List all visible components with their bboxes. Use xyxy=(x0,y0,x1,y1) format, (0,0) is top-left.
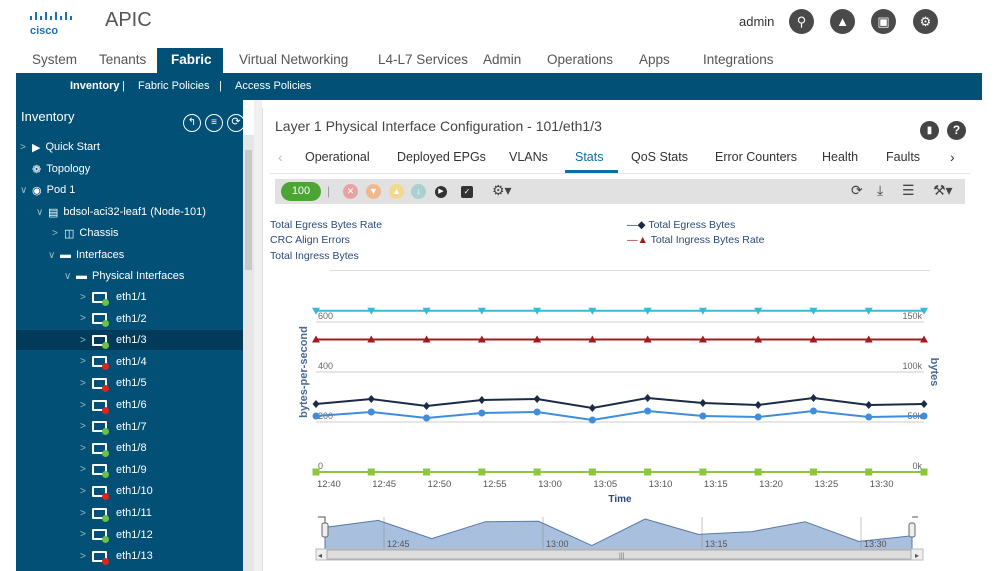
total-egress-bytes-point xyxy=(865,401,873,409)
total-ingress-bytes-line xyxy=(315,409,925,422)
total-egress-bytes-point xyxy=(588,404,596,412)
scroll-right-icon: ▸ xyxy=(915,551,919,560)
y-axis-label: bytes-per-second xyxy=(298,326,310,418)
y-tick-label: 600 xyxy=(318,311,333,321)
x-tick-label: 13:20 xyxy=(759,479,783,490)
total-egress-bytes-point xyxy=(367,395,375,403)
total-egress-bytes-point xyxy=(644,394,652,402)
stats-chart: 0 0k200 50k400 100k600 150kbytes-per-second b… xyxy=(298,307,940,561)
navigator-label: 13:00 xyxy=(546,539,569,549)
navigator-area xyxy=(324,518,913,550)
x-tick-label: 13:00 xyxy=(538,479,562,490)
total-egress-bytes-line xyxy=(315,396,925,410)
total-egress-bytes-point xyxy=(754,401,762,409)
crc-align-errors-point xyxy=(920,468,928,476)
x-tick-label: 12:55 xyxy=(483,479,507,490)
total-egress-bytes-point xyxy=(533,395,541,403)
total-ingress-bytes-point xyxy=(312,412,320,420)
crc-align-errors-point xyxy=(423,468,431,476)
total-egress-bytes-point xyxy=(920,400,928,408)
total-ingress-bytes-point xyxy=(644,407,652,415)
crc-align-errors-point xyxy=(754,468,762,476)
total-ingress-bytes-point xyxy=(533,408,541,416)
crc-align-errors-point xyxy=(865,468,873,476)
navigator-label: 12:45 xyxy=(387,539,410,549)
x-tick-label: 12:40 xyxy=(317,479,341,490)
navigator-left-handle[interactable] xyxy=(321,522,329,538)
total-ingress-bytes-point xyxy=(699,412,707,420)
y2-tick-label: 100k xyxy=(902,361,922,371)
total-egress-bytes-point xyxy=(478,396,486,404)
x-axis-label: Time xyxy=(608,494,632,505)
total-egress-bytes-point xyxy=(699,399,707,407)
total-ingress-bytes-point xyxy=(920,412,928,420)
total-ingress-bytes-point xyxy=(478,409,486,417)
crc-align-errors-point xyxy=(644,468,652,476)
x-tick-label: 13:15 xyxy=(704,479,728,490)
grip-icon: ||| xyxy=(619,553,625,560)
total-ingress-bytes-point xyxy=(367,408,375,416)
x-tick-label: 12:50 xyxy=(428,479,452,490)
total-egress-bytes-point xyxy=(809,394,817,402)
total-egress-bytes-point xyxy=(312,400,320,408)
x-tick-label: 13:25 xyxy=(814,479,838,490)
y2-axis-label: bytes xyxy=(928,358,940,387)
total-ingress-bytes-point xyxy=(754,413,762,421)
crc-align-errors-point xyxy=(809,468,817,476)
total-ingress-bytes-point xyxy=(423,414,431,422)
x-tick-label: 13:10 xyxy=(649,479,673,490)
navigator-right-handle[interactable] xyxy=(908,522,916,538)
crc-align-errors-point xyxy=(699,468,707,476)
crc-align-errors-point xyxy=(588,468,596,476)
navigator-label: 13:15 xyxy=(705,539,728,549)
navigator-label: 13:30 xyxy=(864,539,887,549)
crc-align-errors-point xyxy=(478,468,486,476)
total-egress-bytes-point xyxy=(423,402,431,410)
total-ingress-bytes-point xyxy=(865,413,873,421)
crc-align-errors-point xyxy=(533,468,541,476)
total-ingress-bytes-point xyxy=(588,416,596,424)
crc-align-errors-point xyxy=(312,468,320,476)
y-tick-label: 400 xyxy=(318,361,333,371)
x-tick-label: 12:45 xyxy=(372,479,396,490)
x-tick-label: 13:30 xyxy=(870,479,894,490)
scroll-left-icon: ◂ xyxy=(318,551,322,560)
x-tick-label: 13:05 xyxy=(593,479,617,490)
total-ingress-bytes-point xyxy=(809,407,817,415)
y2-tick-label: 150k xyxy=(902,311,922,321)
crc-align-errors-point xyxy=(367,468,375,476)
